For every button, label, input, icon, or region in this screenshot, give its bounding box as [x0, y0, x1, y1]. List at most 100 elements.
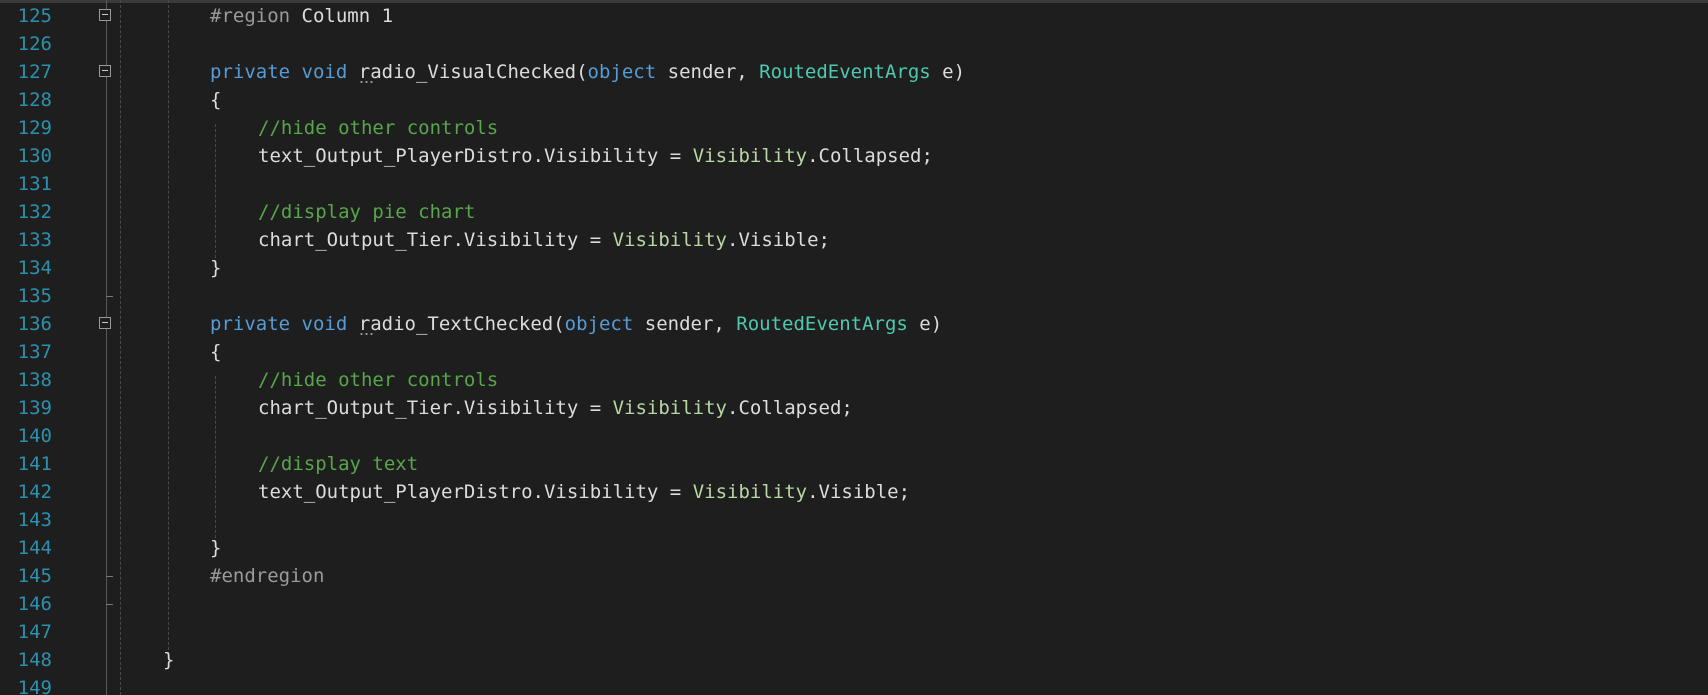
code-token: chart_Output_Tier.Visibility = [258, 229, 613, 251]
code-token: //hide other controls [258, 369, 499, 391]
line-number: 129 [17, 117, 52, 139]
code-editor[interactable]: 125 #region Column 1 126 127 private void ra… [0, 0, 1708, 695]
code-line[interactable]: 134} [0, 254, 1708, 282]
line-number: 133 [17, 229, 52, 251]
code-text: chart_Output_Tier.Visibility = Visibilit… [258, 226, 830, 254]
line-number: 149 [17, 677, 52, 695]
line-number: 139 [17, 397, 52, 419]
line-number: 142 [17, 481, 52, 503]
code-token: sender, [656, 61, 760, 83]
code-token: RoutedEventArgs [759, 61, 931, 83]
code-token: .Visible; [807, 481, 911, 503]
line-number: 145 [17, 565, 52, 587]
code-line[interactable]: 132 //display pie chart [0, 198, 1708, 226]
line-number: 128 [17, 89, 52, 111]
collapse-icon[interactable] [99, 65, 111, 77]
code-text: chart_Output_Tier.Visibility = Visibilit… [258, 394, 853, 422]
line-number: 135 [17, 285, 52, 307]
line-number: 148 [17, 649, 52, 671]
code-token: Column 1 [290, 5, 394, 27]
code-text: text_Output_PlayerDistro.Visibility = Vi… [258, 478, 910, 506]
code-line[interactable]: 149 [0, 674, 1708, 695]
code-line[interactable]: 130 text_Output_PlayerDistro.Visibility =… [0, 142, 1708, 170]
code-token: private [210, 61, 291, 83]
code-token: ( [553, 313, 565, 335]
code-line[interactable]: 148} [0, 646, 1708, 674]
code-line[interactable]: 131 [0, 170, 1708, 198]
line-number: 138 [17, 369, 52, 391]
code-text: //hide other controls [258, 114, 498, 142]
line-number: 143 [17, 509, 52, 531]
line-number: 147 [17, 621, 52, 643]
code-text: private void radio_VisualChecked (object … [210, 58, 965, 86]
code-token: .Collapsed; [727, 397, 853, 419]
code-token: .Visible; [727, 229, 830, 251]
quick-action-dots-icon[interactable] [358, 333, 375, 335]
code-line[interactable]: 128 { [0, 86, 1708, 114]
code-token: object [564, 313, 634, 335]
code-line[interactable]: 133 chart_Output_Tier.Visibility = Visibi… [0, 226, 1708, 254]
code-token: sender, [633, 313, 737, 335]
line-number: 127 [17, 61, 52, 83]
code-token: Visibility [612, 229, 727, 251]
code-text: } [210, 254, 221, 282]
code-line[interactable]: 142 text_Output_PlayerDistro.Visibility =… [0, 478, 1708, 506]
code-text: //display pie chart [258, 198, 475, 226]
code-token: } [210, 257, 222, 279]
code-token: .Collapsed; [807, 145, 933, 167]
code-token: text_Output_PlayerDistro.Visibility = [258, 145, 693, 167]
code-token: radio_TextChecked [358, 313, 554, 335]
code-line[interactable]: 126 [0, 30, 1708, 58]
code-text: //display text [258, 450, 418, 478]
line-number: 141 [17, 453, 52, 475]
code-line[interactable]: 140 [0, 422, 1708, 450]
code-line[interactable]: 144} [0, 534, 1708, 562]
code-line[interactable]: 146 [0, 590, 1708, 618]
code-line[interactable]: 147 [0, 618, 1708, 646]
code-line[interactable]: 143 [0, 506, 1708, 534]
code-text: { [210, 338, 221, 366]
code-token: #region [210, 5, 291, 27]
code-text: { [210, 86, 221, 114]
line-number: 131 [17, 173, 52, 195]
code-text: text_Output_PlayerDistro.Visibility = Vi… [258, 142, 933, 170]
code-token: private [210, 313, 291, 335]
line-number: 125 [17, 5, 52, 27]
code-token: //hide other controls [258, 117, 499, 139]
code-text: //hide other controls [258, 366, 498, 394]
line-number: 136 [17, 313, 52, 335]
code-line[interactable]: 141 //display text [0, 450, 1708, 478]
code-line[interactable]: 129 //hide other controls [0, 114, 1708, 142]
line-number: 134 [17, 257, 52, 279]
code-line[interactable]: 135 [0, 282, 1708, 310]
code-line[interactable]: 125 #region Column 1 [0, 2, 1708, 30]
code-token: #endregion [210, 565, 325, 587]
code-line[interactable]: 137 { [0, 338, 1708, 366]
code-token: radio_VisualChecked [358, 61, 577, 83]
code-line[interactable]: 138 //hide other controls [0, 366, 1708, 394]
collapse-icon[interactable] [99, 317, 111, 329]
line-number: 140 [17, 425, 52, 447]
code-line[interactable]: 127 private void radio_VisualChecked (obje… [0, 58, 1708, 86]
code-token: { [210, 89, 222, 111]
code-text: #endregion [210, 562, 324, 590]
code-text: } [163, 646, 174, 674]
line-number: 130 [17, 145, 52, 167]
code-line[interactable]: 145 #endregion [0, 562, 1708, 590]
code-token: RoutedEventArgs [736, 313, 908, 335]
collapse-icon[interactable] [99, 9, 111, 21]
code-text: #region Column 1 [210, 2, 393, 30]
code-token: void [301, 313, 348, 335]
code-line[interactable]: 139 chart_Output_Tier.Visibility = Visibi… [0, 394, 1708, 422]
code-token: object [587, 61, 657, 83]
code-line[interactable]: 136 private void radio_TextChecked (object… [0, 310, 1708, 338]
code-token: { [210, 341, 222, 363]
code-text: } [210, 534, 221, 562]
code-token: chart_Output_Tier.Visibility = [258, 397, 613, 419]
code-token: text_Output_PlayerDistro.Visibility = [258, 481, 693, 503]
quick-action-dots-icon[interactable] [358, 81, 375, 83]
code-token: ( [576, 61, 588, 83]
code-token: void [301, 61, 348, 83]
